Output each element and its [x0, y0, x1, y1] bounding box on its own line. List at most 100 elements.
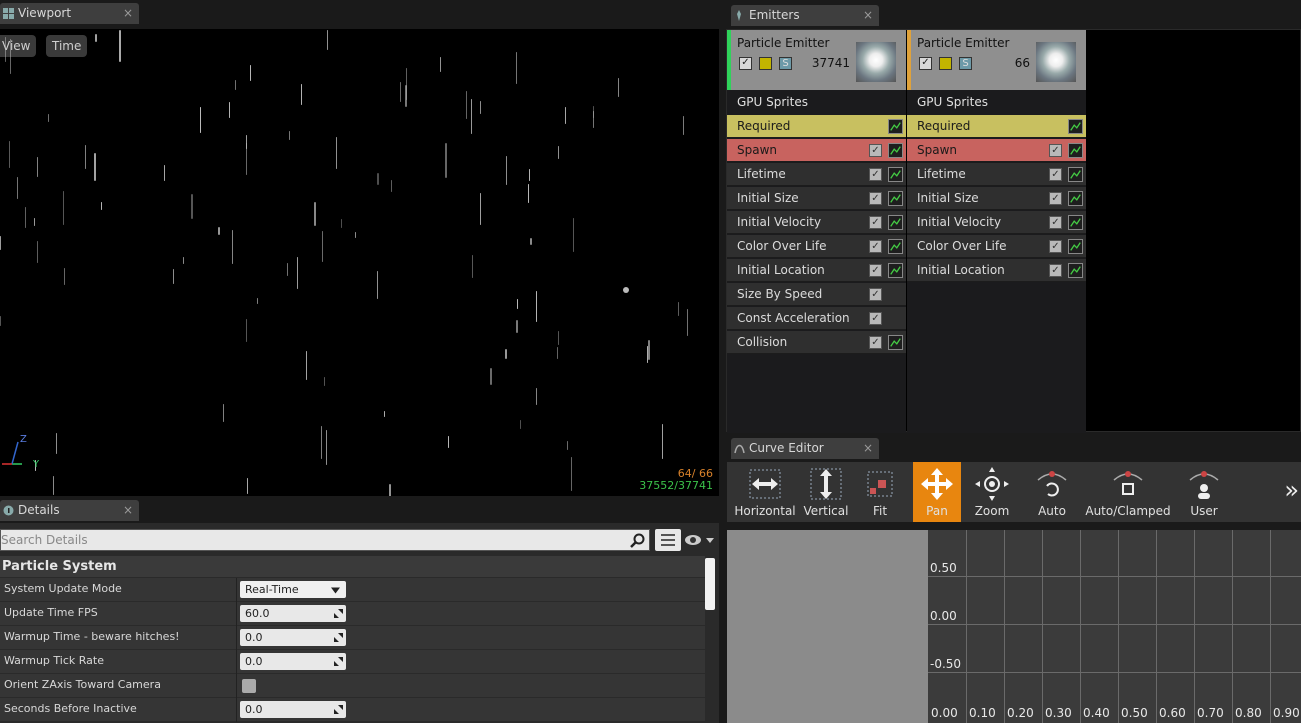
module-curve-icon[interactable]: [888, 119, 903, 134]
module-spawn[interactable]: Spawn ✓: [727, 139, 906, 162]
module-enable-checkbox[interactable]: ✓: [869, 288, 882, 301]
module-curve-icon[interactable]: [1068, 119, 1083, 134]
particle-system-section-header[interactable]: Particle System: [0, 556, 705, 577]
module-color-over-life[interactable]: Color Over Life ✓: [907, 235, 1086, 258]
spinner-resize-icon[interactable]: [334, 609, 343, 618]
emitter-s-icon[interactable]: S: [959, 57, 972, 70]
details-close-icon[interactable]: ×: [123, 500, 133, 521]
module-curve-icon[interactable]: [1068, 191, 1083, 206]
module-initial-velocity[interactable]: Initial Velocity ✓: [907, 211, 1086, 234]
viewport-tab[interactable]: Viewport ×: [0, 3, 139, 24]
curve-editor-close-icon[interactable]: ×: [863, 438, 873, 459]
spinner-resize-icon[interactable]: [334, 705, 343, 714]
number-field[interactable]: 60.0: [240, 605, 346, 622]
module-curve-icon[interactable]: [888, 143, 903, 158]
module-required[interactable]: Required: [727, 115, 906, 138]
tool-fit-button[interactable]: Fit: [855, 462, 905, 522]
module-enable-checkbox[interactable]: ✓: [1049, 240, 1062, 253]
number-field[interactable]: 0.0: [240, 653, 346, 670]
axis-z-label: Z: [20, 434, 27, 445]
module-initial-velocity[interactable]: Initial Velocity ✓: [727, 211, 906, 234]
emitter-type-label[interactable]: GPU Sprites: [907, 91, 1086, 114]
tool-horizontal-button[interactable]: Horizontal: [731, 462, 799, 522]
details-tab[interactable]: Details ×: [0, 500, 139, 521]
module-curve-icon[interactable]: [1068, 263, 1083, 278]
viewport-canvas[interactable]: View Time Z Y 64/ 66 37552/37741: [0, 29, 719, 496]
module-enable-checkbox[interactable]: ✓: [1049, 192, 1062, 205]
module-required[interactable]: Required: [907, 115, 1086, 138]
emitters-close-icon[interactable]: ×: [863, 5, 873, 26]
emitter-header[interactable]: Particle Emitter ✓ S 66: [907, 30, 1086, 90]
visibility-eye-button[interactable]: [684, 531, 718, 549]
emitter-s-icon[interactable]: S: [779, 57, 792, 70]
module-size-by-speed[interactable]: Size By Speed ✓: [727, 283, 906, 306]
module-enable-checkbox[interactable]: ✓: [869, 240, 882, 253]
module-enable-checkbox[interactable]: ✓: [1049, 144, 1062, 157]
module-lifetime[interactable]: Lifetime ✓: [727, 163, 906, 186]
module-curve-icon[interactable]: [888, 239, 903, 254]
system-update-mode-dropdown[interactable]: Real-Time: [240, 581, 346, 598]
tool-zoom-button[interactable]: Zoom: [965, 462, 1019, 522]
tool-vertical-button[interactable]: Vertical: [801, 462, 851, 522]
module-enable-checkbox[interactable]: ✓: [869, 264, 882, 277]
module-enable-checkbox[interactable]: ✓: [1049, 216, 1062, 229]
module-initial-location[interactable]: Initial Location ✓: [907, 259, 1086, 282]
emitter-enable-checkbox[interactable]: ✓: [919, 57, 932, 70]
module-curve-icon[interactable]: [1068, 167, 1083, 182]
module-color-over-life[interactable]: Color Over Life ✓: [727, 235, 906, 258]
viewport-close-icon[interactable]: ×: [123, 3, 133, 24]
module-curve-icon[interactable]: [888, 167, 903, 182]
curve-editor-tab[interactable]: Curve Editor ×: [731, 438, 879, 459]
emitter-header[interactable]: Particle Emitter ✓ S 37741: [727, 30, 906, 90]
tool-pan-button[interactable]: Pan: [913, 462, 961, 522]
emitters-tab[interactable]: Emitters ×: [731, 5, 879, 26]
search-details-input[interactable]: Search Details: [0, 529, 650, 551]
module-curve-icon[interactable]: [888, 215, 903, 230]
details-scrollbar[interactable]: [705, 558, 715, 610]
property-row: Warmup Time - beware hitches! 0.0: [0, 626, 705, 650]
module-enable-checkbox[interactable]: ✓: [869, 216, 882, 229]
emitter-solo-icon[interactable]: [759, 57, 772, 70]
emitter-type-label[interactable]: GPU Sprites: [727, 91, 906, 114]
module-enable-checkbox[interactable]: ✓: [1049, 168, 1062, 181]
module-enable-checkbox[interactable]: ✓: [869, 336, 882, 349]
module-curve-icon[interactable]: [888, 191, 903, 206]
emitter-solo-icon[interactable]: [939, 57, 952, 70]
module-curve-icon[interactable]: [1068, 215, 1083, 230]
module-lifetime[interactable]: Lifetime ✓: [907, 163, 1086, 186]
curve-graph[interactable]: 0.00 0.10 0.20 0.30 0.40 0.50 0.60 0.70 0.80 0.90…: [727, 530, 1301, 723]
module-enable-checkbox[interactable]: ✓: [869, 168, 882, 181]
module-collision[interactable]: Collision ✓: [727, 331, 906, 354]
module-curve-icon[interactable]: [888, 263, 903, 278]
curve-track-list[interactable]: [727, 530, 928, 723]
emitter-enable-checkbox[interactable]: ✓: [739, 57, 752, 70]
spinner-resize-icon[interactable]: [334, 657, 343, 666]
rain-streak: [336, 137, 337, 169]
module-enable-checkbox[interactable]: ✓: [869, 312, 882, 325]
number-field[interactable]: 0.0: [240, 701, 346, 718]
emitter-name: Particle Emitter: [917, 36, 1010, 50]
list-view-button[interactable]: [655, 529, 681, 551]
module-curve-icon[interactable]: [1068, 143, 1083, 158]
module-const-acceleration[interactable]: Const Acceleration ✓: [727, 307, 906, 330]
module-enable-checkbox[interactable]: ✓: [869, 144, 882, 157]
module-curve-icon[interactable]: [888, 335, 903, 350]
property-row: Seconds Before Inactive 0.0: [0, 698, 705, 722]
tool-user-button[interactable]: User: [1175, 462, 1233, 522]
module-initial-size[interactable]: Initial Size ✓: [727, 187, 906, 210]
module-initial-size[interactable]: Initial Size ✓: [907, 187, 1086, 210]
rain-streak: [10, 39, 11, 74]
module-initial-location[interactable]: Initial Location ✓: [727, 259, 906, 282]
module-enable-checkbox[interactable]: ✓: [1049, 264, 1062, 277]
number-field[interactable]: 0.0: [240, 629, 346, 646]
spinner-resize-icon[interactable]: [334, 633, 343, 642]
module-enable-checkbox[interactable]: ✓: [869, 192, 882, 205]
toolbar-overflow-icon[interactable]: »: [1284, 476, 1299, 504]
x-axis-tick-label: 0.70: [1197, 706, 1224, 720]
tool-auto-clamped-button[interactable]: Auto/Clamped: [1085, 462, 1171, 522]
module-spawn[interactable]: Spawn ✓: [907, 139, 1086, 162]
module-curve-icon[interactable]: [1068, 239, 1083, 254]
orient-zaxis-checkbox[interactable]: [242, 679, 256, 693]
time-button[interactable]: Time: [46, 35, 88, 57]
tool-auto-button[interactable]: Auto: [1023, 462, 1081, 522]
